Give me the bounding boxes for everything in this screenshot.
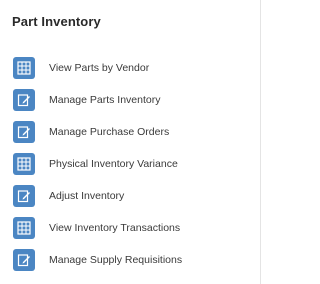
menu-item-adjust-inventory[interactable]: Adjust Inventory: [0, 180, 260, 212]
edit-form-icon: [13, 185, 35, 207]
edit-form-icon: [13, 121, 35, 143]
menu-item-view-parts-by-vendor[interactable]: View Parts by Vendor: [0, 52, 260, 84]
menu-item-label: View Parts by Vendor: [49, 62, 150, 74]
menu-item-label: Manage Supply Requisitions: [49, 254, 183, 266]
grid-report-icon: [13, 57, 35, 79]
menu-item-label: Physical Inventory Variance: [49, 158, 178, 170]
part-inventory-panel: Part Inventory View Parts by Vendor Mana…: [0, 0, 261, 284]
menu-item-label: Manage Purchase Orders: [49, 126, 170, 138]
menu-item-manage-purchase-orders[interactable]: Manage Purchase Orders: [0, 116, 260, 148]
menu-list: View Parts by Vendor Manage Parts Invent…: [0, 52, 260, 276]
menu-item-physical-inventory-variance[interactable]: Physical Inventory Variance: [0, 148, 260, 180]
menu-item-manage-parts-inventory[interactable]: Manage Parts Inventory: [0, 84, 260, 116]
grid-report-icon: [13, 153, 35, 175]
menu-item-view-inventory-transactions[interactable]: View Inventory Transactions: [0, 212, 260, 244]
edit-form-icon: [13, 89, 35, 111]
panel-title: Part Inventory: [12, 14, 101, 29]
menu-item-label: View Inventory Transactions: [49, 222, 181, 234]
grid-report-icon: [13, 217, 35, 239]
menu-item-manage-supply-requisitions[interactable]: Manage Supply Requisitions: [0, 244, 260, 276]
menu-item-label: Adjust Inventory: [49, 190, 125, 202]
edit-form-icon: [13, 249, 35, 271]
menu-item-label: Manage Parts Inventory: [49, 94, 161, 106]
